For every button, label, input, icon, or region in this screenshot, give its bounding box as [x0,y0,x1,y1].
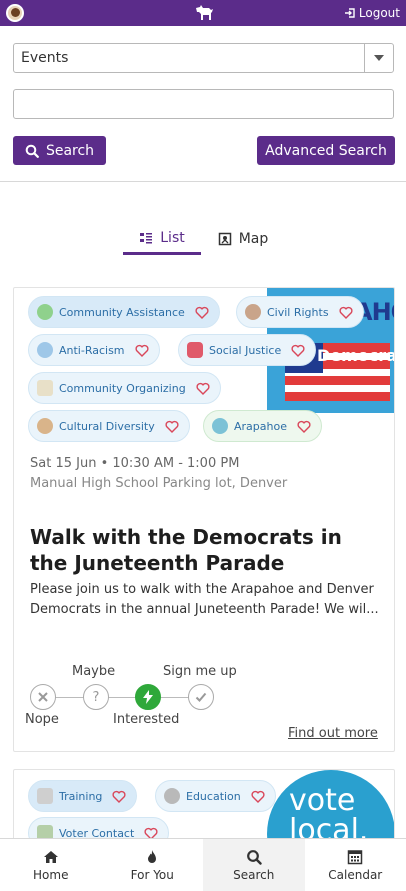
clipboard-icon [37,380,53,396]
map-icon [218,232,231,246]
close-icon [38,692,48,702]
heart-icon[interactable] [297,420,311,433]
event-title[interactable]: Walk with the Democrats in the Juneteent… [30,524,380,576]
content-type-select[interactable]: Events [13,43,394,73]
search-button[interactable]: Search [13,136,106,165]
heart-icon[interactable] [339,306,353,319]
rsvp-interested-label: Interested [113,712,180,727]
list-icon [140,232,153,243]
civil-rights-icon [245,304,261,320]
heart-icon[interactable] [135,344,149,357]
event-image-text: vote local. [289,783,369,848]
tab-list-label: List [160,229,185,246]
nav-label: Calendar [328,867,383,882]
nav-label: Search [233,867,275,882]
tag-chip[interactable]: Training [28,780,138,812]
content-type-value: Events [21,50,69,66]
tag-chip[interactable]: Community Assistance [28,296,220,328]
question-icon: ? [92,689,100,705]
rsvp-track [42,697,202,698]
chevron-down-icon[interactable] [364,44,393,72]
rsvp-maybe-button[interactable]: ? [83,684,109,710]
top-bar: Logout [0,0,406,26]
tab-map-label: Map [238,231,269,247]
tag-label: Social Justice [209,343,282,357]
nav-item-for-you[interactable]: For You [102,839,204,891]
rsvp-nope-label: Nope [25,712,59,727]
search-icon [246,849,262,865]
logout-label: Logout [358,6,400,20]
user-avatar[interactable] [6,4,24,22]
logout-button[interactable]: Logout [344,6,400,20]
tag-label: Community Organizing [59,381,186,395]
tag-chip[interactable]: Community Organizing [28,372,221,404]
heart-icon[interactable] [251,790,265,803]
location-region-icon [212,418,228,434]
tag-label: Education [186,789,241,803]
tag-label: Community Assistance [59,305,185,319]
search-button-label: Search [45,142,95,159]
advanced-search-label: Advanced Search [265,142,387,159]
rsvp-sign-me-up-button[interactable] [188,684,214,710]
find-out-more-link[interactable]: Find out more [288,726,378,741]
event-location: Manual High School Parking lot, Denver [30,476,288,491]
help-circle-icon [37,304,53,320]
tag-label: Civil Rights [267,305,329,319]
rsvp-interested-button[interactable] [135,684,161,710]
rsvp-sign-me-up-label: Sign me up [163,664,237,679]
heart-icon[interactable] [291,344,305,357]
event-description: Please join us to walk with the Arapahoe… [30,582,379,617]
calendar-icon [348,849,363,864]
tag-label: Arapahoe [234,419,287,433]
event-card[interactable]: vote local. Training Education Voter Con… [13,769,395,849]
filter-divider [0,181,406,182]
abc-icon [37,788,53,804]
nav-label: Home [33,867,69,882]
democrat-donkey-logo[interactable] [194,4,214,22]
heart-icon[interactable] [112,790,126,803]
flame-icon [148,849,157,863]
advanced-search-button[interactable]: Advanced Search [257,136,395,165]
check-icon [195,692,207,702]
tag-chip[interactable]: Social Justice [178,334,317,366]
tag-chip[interactable]: Anti-Racism [28,334,160,366]
event-card[interactable]: ARAPAHOE Democrats Community Assistance … [13,287,395,752]
nav-item-search[interactable]: Search [203,839,305,891]
lightning-icon [143,690,153,704]
rsvp-nope-button[interactable] [30,684,56,710]
tag-chip[interactable]: Education [155,780,276,812]
tag-label: Training [59,789,103,803]
tag-label: Cultural Diversity [59,419,155,433]
people-icon [37,418,53,434]
rsvp-maybe-label: Maybe [72,664,116,679]
nav-item-calendar[interactable]: Calendar [305,839,406,891]
nav-item-home[interactable]: Home [0,839,102,891]
event-image-text: Democrats [317,346,394,365]
tab-map[interactable]: Map [209,223,277,255]
tag-label: Anti-Racism [59,343,125,357]
search-icon [25,144,39,158]
bottom-nav: Home For You Search Calendar [0,838,406,891]
tag-chip[interactable]: Arapahoe [203,410,322,442]
heart-icon[interactable] [196,382,210,395]
search-input[interactable] [13,89,394,119]
event-datetime: Sat 15 Jun • 10:30 AM - 1:00 PM [30,456,240,471]
logout-icon [344,8,355,18]
education-icon [164,788,180,804]
heart-icon[interactable] [165,420,179,433]
home-icon [43,850,58,863]
tag-chip[interactable]: Civil Rights [236,296,364,328]
tab-list[interactable]: List [123,223,201,255]
nav-label: For You [130,867,174,882]
tag-chip[interactable]: Cultural Diversity [28,410,190,442]
heart-icon[interactable] [195,306,209,319]
gear-icon [37,342,53,358]
heart-filled-icon [187,342,203,358]
